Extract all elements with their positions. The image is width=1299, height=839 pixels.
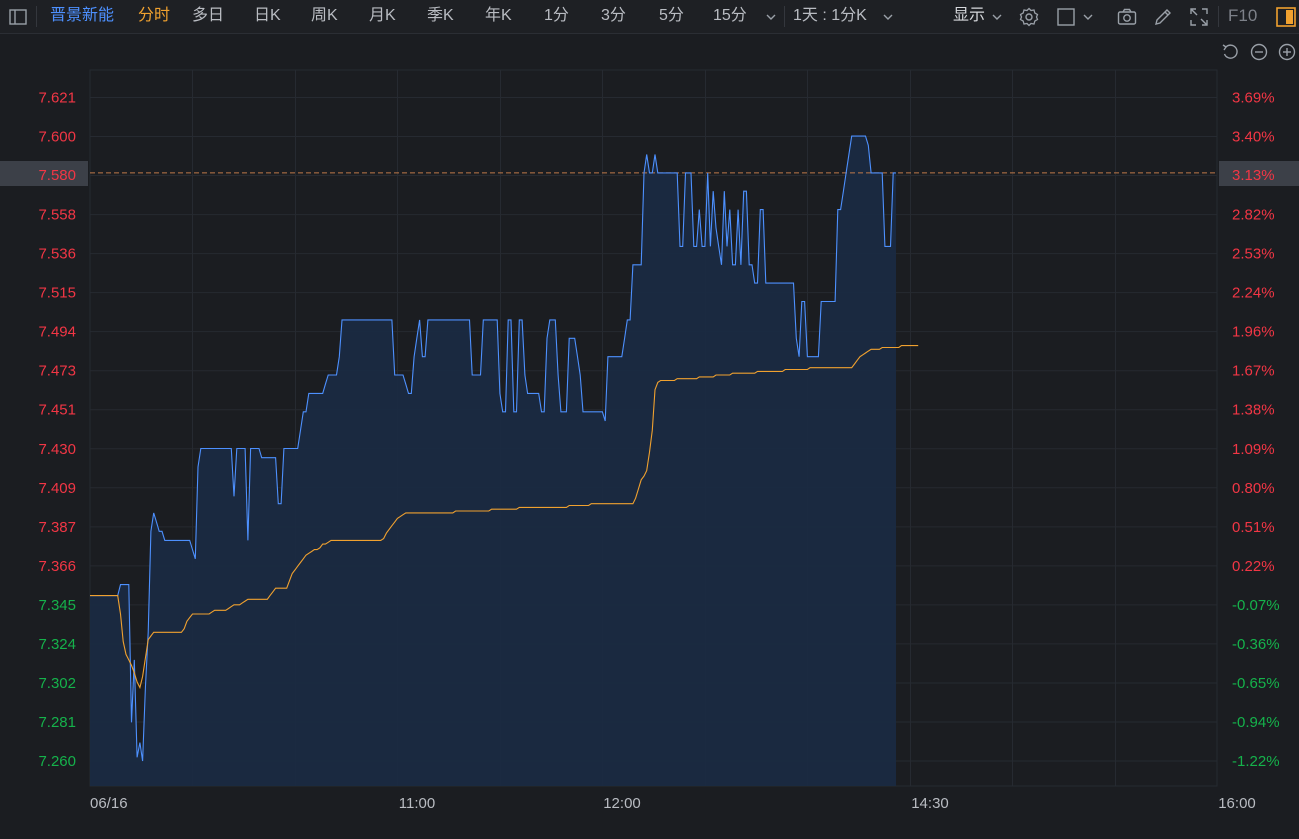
price-tick-label: 7.387	[38, 519, 76, 536]
period-select[interactable]: 1天 : 1分K	[793, 0, 867, 33]
price-tick-label: 7.302	[38, 675, 76, 692]
tab-multi-day[interactable]: 多日	[192, 0, 224, 33]
percent-tick-label: 0.51%	[1232, 519, 1275, 536]
price-tick-label: 7.536	[38, 246, 76, 263]
price-tick-label: 7.515	[38, 285, 76, 302]
stock-name[interactable]: 晋景新能	[50, 0, 114, 33]
price-tick-label: 7.409	[38, 480, 76, 497]
percent-tick-label: 0.80%	[1232, 480, 1275, 497]
pen-icon[interactable]	[1152, 6, 1174, 28]
percent-tick-label: 1.96%	[1232, 324, 1275, 341]
time-tick-label: 14:30	[911, 795, 949, 812]
price-tick-label: 7.260	[38, 753, 76, 770]
tab-5min[interactable]: 5分	[659, 0, 684, 33]
tab-1min[interactable]: 1分	[544, 0, 569, 33]
tab-intraday[interactable]: 分时	[138, 0, 170, 33]
price-tick-label: 7.558	[38, 207, 76, 224]
right-percent-axis: 3.69% 3.40% 2.82% 2.53% 2.24% 1.96% 1.67% 1.38%…	[1232, 90, 1280, 771]
time-tick-label: 11:00	[399, 795, 435, 812]
tab-monthly-k[interactable]: 月K	[369, 0, 396, 33]
tab-quarterly-k[interactable]: 季K	[427, 0, 454, 33]
price-tick-label: 7.600	[38, 129, 76, 146]
price-tick-label: 7.281	[38, 714, 76, 731]
tab-yearly-k[interactable]: 年K	[485, 0, 512, 33]
percent-tick-label: 2.53%	[1232, 246, 1275, 263]
percent-tick-label: 2.82%	[1232, 207, 1275, 224]
percent-tick-label: 1.67%	[1232, 363, 1275, 380]
camera-icon[interactable]	[1116, 6, 1138, 28]
current-price-label: 7.580	[38, 167, 76, 184]
percent-tick-label: -0.07%	[1232, 597, 1280, 614]
time-tick-label: 12:00	[603, 795, 641, 812]
chevron-down-icon[interactable]	[880, 6, 896, 28]
chevron-down-icon[interactable]	[989, 6, 1005, 28]
current-change-label: 3.13%	[1232, 167, 1275, 184]
divider	[36, 6, 37, 27]
percent-tick-label: 1.09%	[1232, 441, 1275, 458]
time-axis: 06/16 11:00 12:00 14:30 16:00	[90, 795, 1256, 812]
percent-tick-label: -1.22%	[1232, 753, 1280, 770]
price-area	[90, 136, 896, 787]
divider	[1218, 6, 1219, 27]
price-tick-label: 7.494	[38, 324, 76, 341]
price-tick-label: 7.430	[38, 441, 76, 458]
price-tick-label: 7.451	[38, 402, 76, 419]
f10-button[interactable]: F10	[1228, 0, 1257, 33]
toolbar: 晋景新能 分时 多日 日K 周K 月K 季K 年K 1分 3分 5分 15分 1…	[0, 0, 1299, 34]
tab-weekly-k[interactable]: 周K	[311, 0, 338, 33]
fullscreen-icon[interactable]	[1188, 6, 1210, 28]
percent-tick-label: 1.38%	[1232, 402, 1275, 419]
panel-icon[interactable]	[1275, 6, 1297, 28]
divider	[784, 6, 785, 27]
percent-tick-label: -0.36%	[1232, 636, 1280, 653]
price-tick-label: 7.366	[38, 558, 76, 575]
sidebar-toggle-icon[interactable]	[7, 6, 29, 28]
chevron-down-icon[interactable]	[1080, 6, 1096, 28]
zoom-in-icon[interactable]	[1278, 43, 1296, 61]
percent-tick-label: 3.69%	[1232, 90, 1275, 107]
percent-tick-label: -0.94%	[1232, 714, 1280, 731]
tab-15min[interactable]: 15分	[713, 0, 747, 33]
price-tick-label: 7.345	[38, 597, 76, 614]
settings-icon[interactable]	[1018, 6, 1040, 28]
percent-tick-label: 3.40%	[1232, 129, 1275, 146]
display-menu[interactable]: 显示	[953, 0, 985, 33]
undo-icon[interactable]	[1222, 44, 1238, 59]
time-tick-label: 16:00	[1218, 795, 1256, 812]
percent-tick-label: 2.24%	[1232, 285, 1275, 302]
percent-tick-label: 0.22%	[1232, 558, 1275, 575]
chevron-down-icon[interactable]	[763, 6, 779, 28]
zoom-out-icon[interactable]	[1250, 43, 1268, 61]
time-tick-label: 06/16	[90, 795, 128, 812]
tab-3min[interactable]: 3分	[601, 0, 626, 33]
percent-tick-label: -0.65%	[1232, 675, 1280, 692]
tab-daily-k[interactable]: 日K	[254, 0, 281, 33]
price-tick-label: 7.621	[38, 90, 76, 107]
left-price-axis: 7.621 7.600 7.558 7.536 7.515 7.494 7.473 7.451…	[38, 90, 76, 771]
price-tick-label: 7.324	[38, 636, 76, 653]
square-icon[interactable]	[1055, 6, 1077, 28]
intraday-chart[interactable]: 7.621 7.600 7.558 7.536 7.515 7.494 7.473 7.451…	[0, 34, 1299, 839]
price-tick-label: 7.473	[38, 363, 76, 380]
